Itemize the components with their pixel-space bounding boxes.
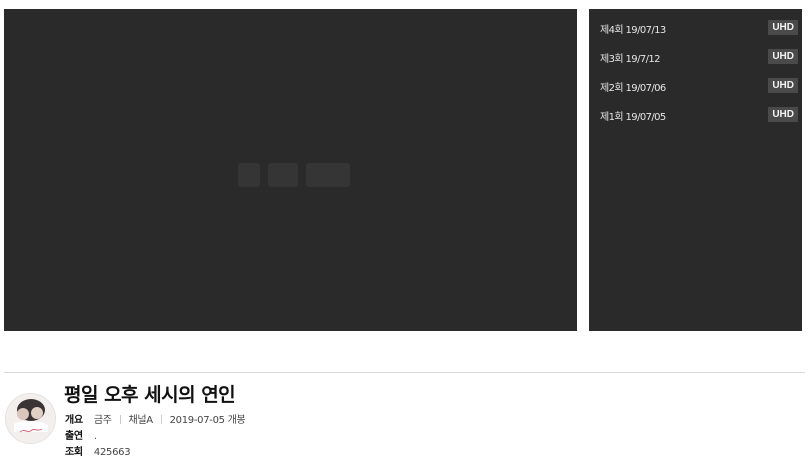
- episode-label: 제2회 19/07/06: [600, 83, 666, 94]
- overview-row: 개요 금주 채널A 2019-07-05 개봉: [65, 411, 246, 426]
- channel-name: 채널A: [128, 415, 153, 426]
- poster-avatar[interactable]: [5, 393, 56, 444]
- section-divider: [4, 372, 805, 373]
- release-date: 2019-07-05 개봉: [169, 415, 246, 426]
- episode-item-2[interactable]: 제2회 19/07/06 UHD: [589, 75, 802, 97]
- views-label: 조회: [65, 447, 83, 458]
- episode-item-4[interactable]: 제4회 19/07/13 UHD: [589, 17, 802, 39]
- views-count: 425663: [93, 447, 131, 458]
- page: 제4회 19/07/13 UHD 제3회 19/7/12 UHD 제2회 19/…: [0, 0, 809, 467]
- video-player[interactable]: [4, 9, 577, 331]
- episode-item-3[interactable]: 제3회 19/7/12 UHD: [589, 46, 802, 68]
- broadcast-day: 금주: [93, 415, 112, 426]
- uhd-badge: UHD: [768, 49, 798, 64]
- episode-item-1[interactable]: 제1회 19/07/05 UHD: [589, 104, 802, 126]
- separator: [119, 415, 121, 424]
- uhd-badge: UHD: [768, 107, 798, 122]
- broadcaster-logo-icon: [238, 163, 350, 187]
- overview-label: 개요: [65, 415, 83, 426]
- episode-label: 제3회 19/7/12: [600, 54, 661, 65]
- episode-list: 제4회 19/07/13 UHD 제3회 19/7/12 UHD 제2회 19/…: [589, 9, 802, 331]
- program-title: 평일 오후 세시의 연인: [64, 384, 236, 406]
- episode-label: 제4회 19/07/13: [600, 25, 666, 36]
- views-row: 조회 425663: [65, 443, 131, 458]
- cast-label: 출연: [65, 431, 83, 442]
- poster-thumbnail-icon: [6, 394, 55, 443]
- separator: [160, 415, 162, 424]
- cast-value: .: [93, 431, 97, 442]
- uhd-badge: UHD: [768, 78, 798, 93]
- uhd-badge: UHD: [768, 20, 798, 35]
- cast-row: 출연 .: [65, 427, 97, 442]
- episode-label: 제1회 19/07/05: [600, 112, 666, 123]
